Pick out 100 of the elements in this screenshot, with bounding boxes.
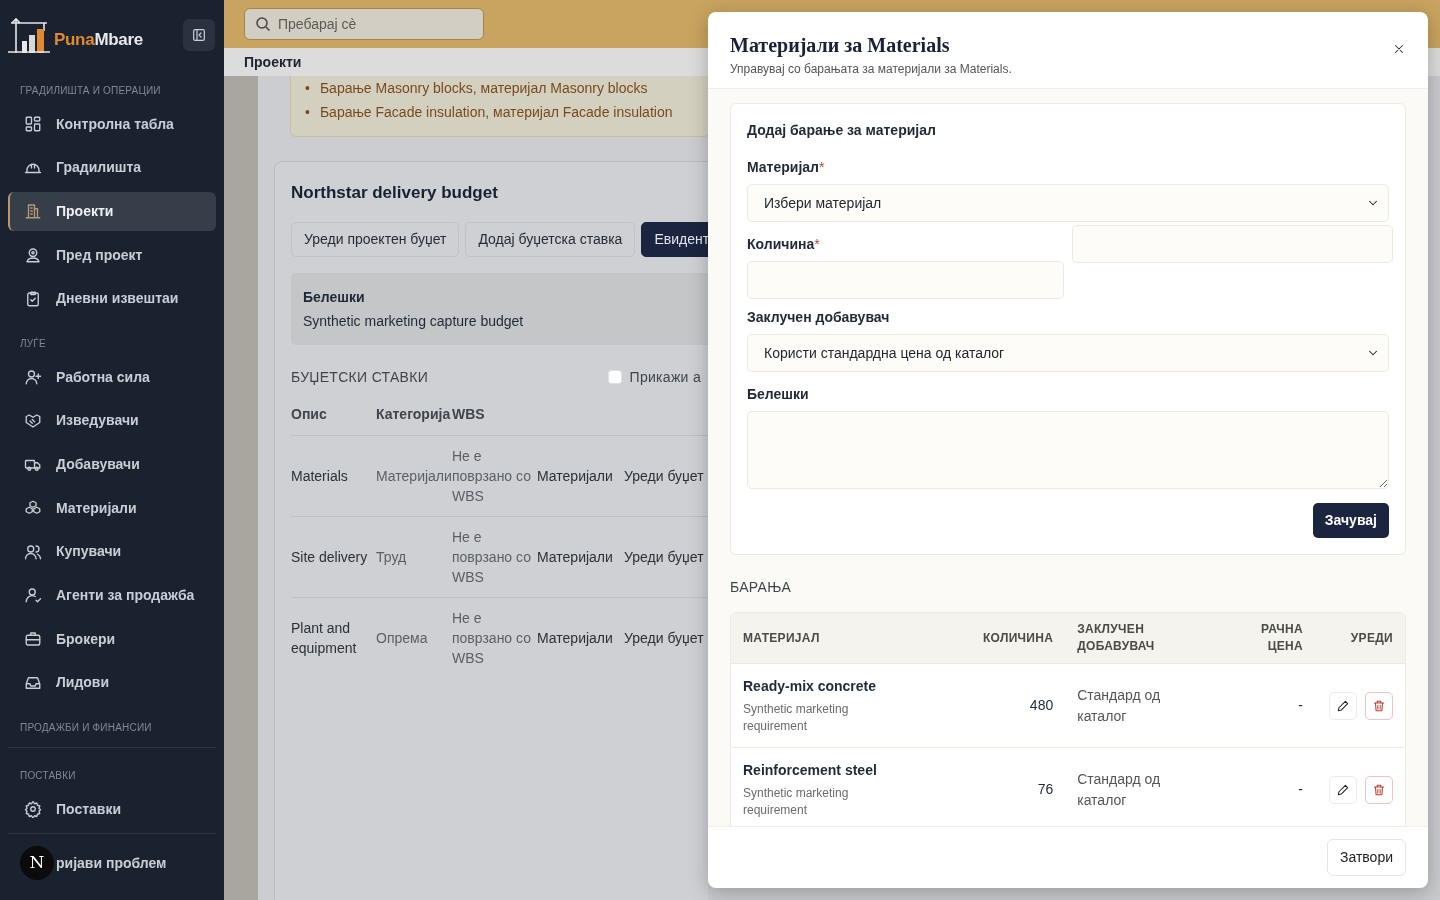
sidebar-item[interactable]: Материјали — [8, 488, 216, 528]
table-cell: Materials — [291, 467, 348, 484]
modal-title: Материјали за Materials — [730, 33, 951, 59]
table-cell-text: Стандард од каталог — [1077, 769, 1162, 810]
sidebar-toggle-icon — [191, 26, 207, 43]
pencil-icon — [1336, 782, 1350, 797]
collapse-sidebar-button[interactable] — [183, 18, 215, 51]
table-cell: - — [1298, 697, 1303, 713]
column-header: Категорија — [376, 403, 452, 435]
modal-subtitle: Управувај со барањата за материјали за Materials. — [730, 61, 1012, 78]
save-button[interactable]: Зачувај — [1312, 503, 1389, 538]
sidebar-item[interactable]: Дневни извештаи — [8, 278, 216, 319]
breadcrumb: Проекти — [244, 52, 302, 72]
checkbox[interactable] — [607, 370, 622, 384]
trash-icon — [1372, 782, 1386, 797]
table-cell: Уреди буџет — [624, 467, 704, 484]
report-problem-link[interactable]: ријави проблем — [54, 852, 167, 874]
budget-action-button[interactable]: Додај буџетска ставка — [465, 221, 636, 257]
column-header: УРЕДИ — [1350, 629, 1393, 647]
handshake-icon — [24, 411, 42, 430]
edit-button[interactable] — [1329, 691, 1357, 720]
section-heading: ЛУЃЕ — [19, 336, 47, 352]
table-cell: 480 — [1029, 697, 1054, 713]
table-cell: Не е поврзано со WBS — [452, 447, 531, 504]
person-plus-icon — [24, 368, 42, 387]
alert-item: Барање Facade insulation, материјал Facade insulation — [319, 103, 673, 122]
person-check-icon — [24, 586, 42, 605]
sidebar-item[interactable]: Брокери — [8, 619, 216, 659]
sidebar-item[interactable]: Поставки — [8, 789, 216, 830]
table-cell: Материјали — [376, 467, 452, 484]
sidebar-item[interactable]: Агенти за продажба — [8, 575, 216, 616]
material-name: Ready-mix concrete — [743, 677, 878, 696]
close-button[interactable]: Затвори — [1326, 839, 1406, 876]
search-icon — [255, 16, 271, 32]
quantity-field[interactable] — [747, 261, 1064, 299]
table-cell: Не е поврзано со WBS — [452, 609, 531, 666]
budget-action-button[interactable]: Евидент — [641, 221, 708, 257]
search-field[interactable]: Пребарај сè — [244, 8, 484, 40]
notes-field[interactable] — [747, 411, 1389, 489]
pencil-icon — [1336, 698, 1350, 713]
table-cell: Материјали — [537, 467, 613, 484]
notes-text: Synthetic marketing capture budget — [303, 311, 525, 331]
supplier-select[interactable]: Користи стандардна цена од каталог — [747, 334, 1389, 372]
field-label: Заклучен добавувач — [747, 308, 891, 327]
people-icon — [24, 542, 42, 561]
trash-icon — [1372, 698, 1386, 713]
table-cell-text: Стандард од каталог — [1077, 685, 1162, 726]
table-cell: Труд — [376, 548, 407, 565]
crane-logo-icon — [8, 16, 50, 53]
avatar-badge[interactable]: N — [20, 846, 54, 881]
checkbox-label[interactable]: Прикажи а — [629, 366, 701, 388]
input-field[interactable] — [1072, 225, 1393, 263]
section-heading: ПОСТАВКИ — [19, 769, 77, 784]
notes-label: Белешки — [303, 287, 366, 307]
column-header: РАЧНА ЦЕНА — [1260, 621, 1303, 655]
alert-item: Барање Masonry blocks, материјал Masonry blocks — [319, 79, 648, 98]
sidebar-item[interactable]: Проекти — [8, 191, 216, 232]
briefcase-icon — [24, 630, 42, 648]
sidebar-item[interactable]: Купувачи — [8, 531, 216, 572]
table-cell: - — [1298, 781, 1303, 797]
sidebar-item[interactable]: Лидови — [8, 662, 216, 703]
field-label: Белешки — [747, 385, 810, 404]
material-note: Synthetic marketing requirement — [743, 785, 850, 819]
column-header: МАТЕРИЈАЛ — [743, 629, 820, 647]
section-heading: ГРАДИЛИШТА И ОПЕРАЦИИ — [19, 84, 162, 99]
sidebar-item[interactable]: Добавувачи — [8, 444, 216, 485]
sidebar-item[interactable]: Градилишта — [8, 147, 216, 188]
table-cell: Опрема — [376, 629, 428, 646]
section-heading: БУЏЕТСКИ СТАВКИ — [291, 367, 429, 387]
column-header: WBS — [452, 403, 537, 435]
delete-button[interactable] — [1365, 775, 1393, 804]
material-note: Synthetic marketing requirement — [743, 701, 850, 735]
table-cell: Уреди буџет — [624, 548, 704, 565]
table-cell: 76 — [1037, 781, 1054, 797]
table-cell: Не е поврзано со WBS — [452, 528, 531, 585]
sidebar-item[interactable]: Изведувачи — [8, 401, 216, 441]
sidebar-item[interactable]: Пред проект — [8, 235, 216, 275]
building-icon — [24, 202, 42, 221]
column-header: КОЛИЧИНА — [983, 629, 1054, 647]
gear-icon — [24, 800, 42, 819]
person-pin-icon — [24, 246, 42, 264]
clipboard-icon — [24, 289, 42, 308]
grid-icon — [24, 115, 42, 134]
table-cell: Уреди буџет — [624, 629, 704, 646]
material-name: Reinforcement steel — [743, 761, 878, 780]
field-label: Количина* — [747, 235, 821, 254]
delete-button[interactable] — [1365, 691, 1393, 720]
field-label: Материјал* — [747, 158, 826, 177]
section-heading: БАРАЊА — [730, 578, 793, 597]
edit-button[interactable] — [1329, 775, 1357, 804]
sidebar-item[interactable]: Работна сила — [8, 357, 216, 398]
section-heading: ПРОДАЖБИ И ФИНАНСИИ — [19, 721, 153, 736]
column-header: ЗАКЛУЧЕН ДОБАВУВАЧ — [1077, 621, 1156, 655]
material-select[interactable]: Избери материјал — [747, 184, 1389, 222]
bullet-mark: • — [305, 79, 310, 98]
form-heading: Додај барање за материјал — [747, 121, 937, 140]
budget-action-button[interactable]: Уреди проектен буџет — [291, 221, 460, 257]
table-cell: Site delivery — [291, 548, 368, 565]
table-cell: Материјали — [537, 548, 613, 565]
sidebar-item[interactable]: Контролна табла — [8, 104, 216, 144]
